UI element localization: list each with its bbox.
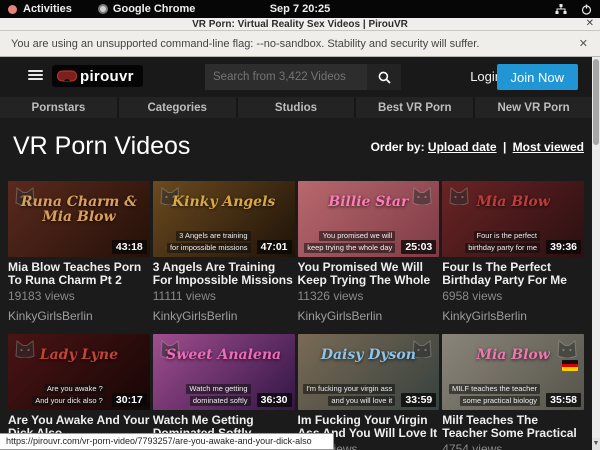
video-title[interactable]: 3 Angels Are Training For Impossible Mis… xyxy=(153,261,295,287)
window-close-button[interactable]: ✕ xyxy=(586,18,594,29)
video-title[interactable]: You Promised We Will Keep Trying The Who… xyxy=(298,261,440,287)
video-thumbnail[interactable]: Kinky Angels 3 Angels are trainingfor im… xyxy=(153,181,295,257)
join-now-button[interactable]: Join Now xyxy=(497,64,578,90)
thumbnail-caption: 3 Angels are trainingfor impossible miss… xyxy=(167,229,251,253)
order-most-viewed-link[interactable]: Most viewed xyxy=(513,140,584,154)
video-card[interactable]: Kinky Angels 3 Angels are trainingfor im… xyxy=(153,181,295,323)
video-duration-badge: 47:01 xyxy=(257,240,292,254)
search-input[interactable] xyxy=(205,64,367,90)
order-upload-date-link[interactable]: Upload date xyxy=(428,140,497,154)
site-header: pirouvr Login Join Now xyxy=(0,57,592,97)
thumbnail-overlay-name: Daisy Dyson xyxy=(305,348,433,363)
video-card[interactable]: Billie Star You promised we willkeep try… xyxy=(298,181,440,323)
video-title[interactable]: Milf Teaches The Teacher Some Practical … xyxy=(442,414,584,440)
video-thumbnail[interactable]: Mia Blow Four is the perfectbirthday par… xyxy=(442,181,584,257)
hamburger-menu-icon[interactable] xyxy=(28,70,43,83)
video-views: 19183 views xyxy=(8,289,150,303)
video-title[interactable]: Mia Blow Teaches Porn To Runa Charm Pt 2 xyxy=(8,261,150,287)
scrollbar-thumb[interactable] xyxy=(593,59,599,145)
video-card[interactable]: Mia Blow Four is the perfectbirthday par… xyxy=(442,181,584,323)
video-views: 11111 views xyxy=(153,289,295,303)
order-separator: | xyxy=(503,140,506,154)
thumbnail-overlay-name: Sweet Analena xyxy=(160,348,288,363)
thumbnail-overlay-name: Runa Charm & Mia Blow xyxy=(15,195,143,225)
thumbnail-caption: You promised we willkeep trying the whol… xyxy=(304,229,395,253)
video-thumbnail[interactable]: Billie Star You promised we willkeep try… xyxy=(298,181,440,257)
thumbnail-caption: Are you awake ?And your dick also ? xyxy=(32,382,106,406)
warning-close-button[interactable]: ✕ xyxy=(579,37,588,50)
order-by-label: Order by: xyxy=(371,140,425,154)
window-title: VR Porn: Virtual Reality Sex Videos | Pi… xyxy=(0,19,600,30)
nav-item-categories[interactable]: Categories xyxy=(119,97,236,118)
video-duration-badge: 30:17 xyxy=(112,393,147,407)
warning-message: You are using an unsupported command-lin… xyxy=(11,38,479,50)
video-thumbnail[interactable]: Lady Lyne Are you awake ?And your dick a… xyxy=(8,334,150,410)
thumbnail-overlay-name: Kinky Angels xyxy=(160,195,288,210)
nav-item-new-vr-porn[interactable]: New VR Porn xyxy=(475,97,592,118)
status-url-tooltip: https://pirouvr.com/vr-porn-video/779325… xyxy=(0,433,334,450)
video-thumbnail[interactable]: Sweet Analena Watch me gettingdominated … xyxy=(153,334,295,410)
video-views: 11326 views xyxy=(298,289,440,303)
site-logo-text: pirouvr xyxy=(80,68,134,85)
scrollbar-down-arrow[interactable]: ▼ xyxy=(592,438,600,450)
thumbnail-overlay-name: Lady Lyne xyxy=(15,348,143,363)
video-duration-badge: 33:59 xyxy=(401,393,436,407)
video-duration-badge: 36:30 xyxy=(257,393,292,407)
video-thumbnail[interactable]: Daisy Dyson I'm fucking your virgin assa… xyxy=(298,334,440,410)
video-card[interactable]: Runa Charm & Mia Blow 43:18 Mia Blow Tea… xyxy=(8,181,150,323)
video-title[interactable]: Four Is The Perfect Birthday Party For M… xyxy=(442,261,584,287)
video-duration-badge: 25:03 xyxy=(401,240,436,254)
video-duration-badge: 39:36 xyxy=(546,240,581,254)
thumbnail-caption: Four is the perfectbirthday party for me xyxy=(465,229,540,253)
screen: Activities Google Chrome Sep 7 20:25 VR … xyxy=(0,0,600,450)
video-duration-badge: 43:18 xyxy=(112,240,147,254)
site-logo[interactable]: pirouvr xyxy=(52,65,143,87)
power-icon[interactable] xyxy=(581,4,592,15)
video-studio-link[interactable]: KinkyGirlsBerlin xyxy=(153,309,295,323)
thumbnail-overlay-name: Mia Blow xyxy=(449,195,577,210)
window-title-bar: VR Porn: Virtual Reality Sex Videos | Pi… xyxy=(0,18,600,31)
page-heading-row: VR Porn Videos Order by: Upload date | M… xyxy=(0,118,592,180)
video-thumbnail[interactable]: Mia Blow MILF teaches the teachersome pr… xyxy=(442,334,584,410)
video-grid: Runa Charm & Mia Blow 43:18 Mia Blow Tea… xyxy=(8,181,584,450)
video-studio-link[interactable]: KinkyGirlsBerlin xyxy=(8,309,150,323)
nav-item-pornstars[interactable]: Pornstars xyxy=(0,97,117,118)
search-icon xyxy=(378,71,391,84)
page-title: VR Porn Videos xyxy=(13,132,190,161)
video-studio-link[interactable]: KinkyGirlsBerlin xyxy=(298,309,440,323)
nav-item-best-vr-porn[interactable]: Best VR Porn xyxy=(356,97,473,118)
video-card[interactable]: Mia Blow MILF teaches the teachersome pr… xyxy=(442,334,584,450)
browser-warning-bar: You are using an unsupported command-lin… xyxy=(0,31,600,57)
clock[interactable]: Sep 7 20:25 xyxy=(0,3,600,15)
order-by: Order by: Upload date | Most viewed xyxy=(371,140,584,154)
search-button[interactable] xyxy=(367,64,401,90)
thumbnail-caption: MILF teaches the teachersome practical b… xyxy=(449,382,540,406)
thumbnail-overlay-name: Billie Star xyxy=(305,195,433,210)
network-icon[interactable] xyxy=(555,4,567,15)
vr-headset-icon xyxy=(57,70,77,82)
video-thumbnail[interactable]: Runa Charm & Mia Blow 43:18 xyxy=(8,181,150,257)
site-nav: PornstarsCategoriesStudiosBest VR PornNe… xyxy=(0,97,592,118)
video-duration-badge: 35:58 xyxy=(546,393,581,407)
webpage: pirouvr Login Join Now PornstarsCategori… xyxy=(0,57,592,450)
system-bar: Activities Google Chrome Sep 7 20:25 xyxy=(0,0,600,18)
nav-item-studios[interactable]: Studios xyxy=(238,97,355,118)
thumbnail-caption: Watch me gettingdominated softly xyxy=(186,382,250,406)
thumbnail-caption: I'm fucking your virgin assand you will … xyxy=(303,382,395,406)
video-views: 4754 views xyxy=(442,442,584,450)
video-studio-link[interactable]: KinkyGirlsBerlin xyxy=(442,309,584,323)
thumbnail-overlay-name: Mia Blow xyxy=(449,348,577,363)
german-flag-icon xyxy=(562,360,578,371)
browser-scrollbar[interactable]: ▼ xyxy=(592,57,600,450)
video-views: 6958 views xyxy=(442,289,584,303)
